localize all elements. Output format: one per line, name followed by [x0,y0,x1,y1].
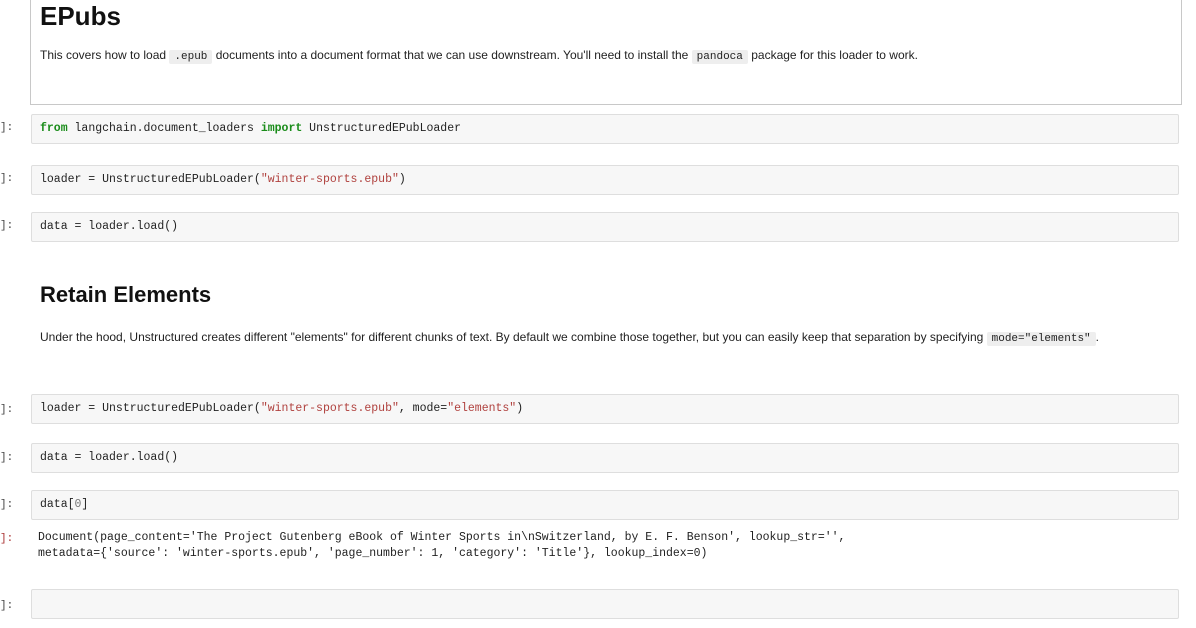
code-cell-load[interactable]: data = loader.load() [31,212,1179,242]
code-cell-empty[interactable] [31,589,1179,619]
code-text: loader = UnstructuredEPubLoader("winter-… [40,173,406,186]
code-text: data = loader.load() [40,451,179,464]
output-prompt: ]: [0,533,14,545]
epubs-heading: EPubs [40,1,121,31]
code-cell-load-elements[interactable]: data = loader.load() [31,443,1179,473]
cell-prompt: ]: [0,173,14,185]
cell-prompt: ]: [0,499,14,511]
code-cell-loader-elements[interactable]: loader = UnstructuredEPubLoader("winter-… [31,394,1179,424]
code-text: loader = UnstructuredEPubLoader("winter-… [40,402,524,415]
retain-elements-description: Under the hood, Unstructured creates dif… [40,330,1099,346]
epubs-description: This covers how to load .epub documents … [40,48,918,64]
cell-prompt: ]: [0,452,14,464]
cell-prompt: ]: [0,122,14,134]
code-cell-data-index[interactable]: data[0] [31,490,1179,520]
code-cell-import[interactable]: from langchain.document_loaders import U… [31,114,1179,144]
code-text: from langchain.document_loaders import U… [40,122,461,135]
code-text: data = loader.load() [40,220,179,233]
inline-code-epub: .epub [169,50,213,64]
cell-prompt: ]: [0,404,14,416]
code-text: data[0] [40,498,89,511]
code-cell-loader[interactable]: loader = UnstructuredEPubLoader("winter-… [31,165,1179,195]
cell-prompt: ]: [0,220,14,232]
inline-code-mode: mode="elements" [986,332,1096,346]
retain-elements-heading: Retain Elements [40,282,212,307]
inline-code-pandoca: pandoca [691,50,748,64]
cell-output: Document(page_content='The Project Guten… [38,531,846,560]
cell-prompt: ]: [0,600,14,612]
